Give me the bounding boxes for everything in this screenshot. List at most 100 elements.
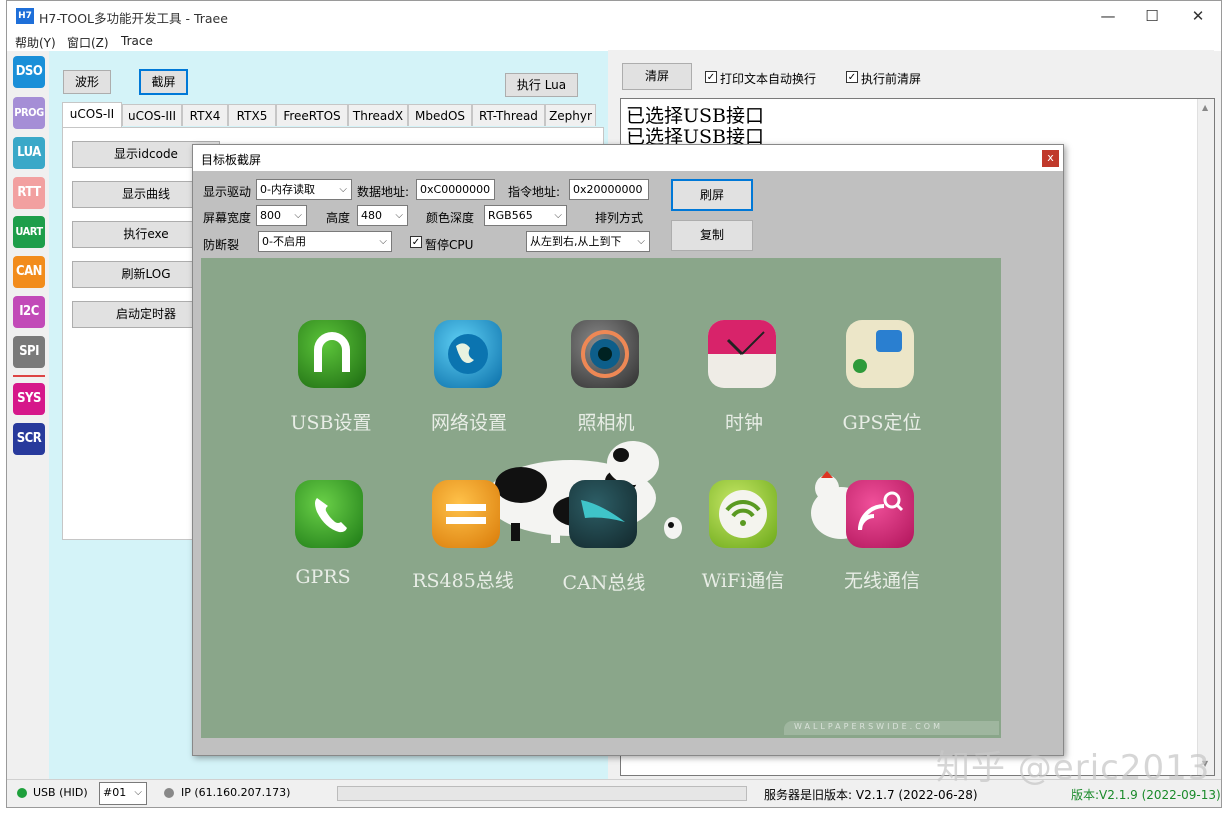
wifi-label: WiFi通信 bbox=[701, 570, 785, 592]
order-select[interactable]: 从左到右,从上到下 ⌵ bbox=[526, 231, 650, 252]
scroll-up-icon[interactable]: ▲ bbox=[1202, 103, 1208, 112]
copy-button[interactable]: 复制 bbox=[671, 220, 753, 251]
sidebar-prog-button[interactable]: PROG bbox=[13, 97, 45, 129]
usb-settings-icon[interactable] bbox=[298, 320, 366, 388]
menu-trace[interactable]: Trace bbox=[121, 34, 153, 48]
chevron-down-icon: ⌵ bbox=[379, 236, 387, 247]
phone-glyph bbox=[315, 498, 347, 533]
clock-label: 时钟 bbox=[724, 412, 763, 434]
wave-button[interactable]: 波形 bbox=[63, 70, 111, 94]
run-lua-button[interactable]: 执行 Lua bbox=[505, 73, 578, 97]
sidebar-rtt-button[interactable]: RTT bbox=[13, 177, 45, 209]
screenshot-button[interactable]: 截屏 bbox=[139, 69, 188, 95]
color-depth-label: 颜色深度 bbox=[426, 211, 475, 225]
rs485-icon[interactable] bbox=[432, 480, 500, 548]
sidebar-dso-button[interactable]: DSO bbox=[13, 56, 45, 88]
chevron-down-icon: ⌵ bbox=[294, 210, 302, 221]
sidebar-divider bbox=[13, 375, 45, 377]
port-select[interactable]: #01 ⌵ bbox=[99, 782, 147, 805]
gprs-icon[interactable] bbox=[295, 480, 363, 548]
signal-search-glyph bbox=[858, 491, 904, 531]
gps-icon[interactable] bbox=[846, 320, 914, 388]
clear-before-run-label: 执行前清屏 bbox=[861, 72, 922, 86]
tab-ucos-iii[interactable]: uCOS-III bbox=[122, 104, 182, 126]
screen-height-value: 480 bbox=[361, 209, 382, 222]
sidebar-scr-button[interactable]: SCR bbox=[13, 423, 45, 455]
title-bar: H7 H7-TOOL多功能开发工具 - Traee — ☐ ✕ bbox=[7, 1, 1221, 31]
wireless-label: 无线通信 bbox=[843, 570, 920, 592]
menu-help[interactable]: 帮助(Y) bbox=[15, 34, 56, 51]
dialog-title-bar: 目标板截屏 x bbox=[193, 145, 1063, 171]
menu-bar: 帮助(Y) 窗口(Z) Trace bbox=[7, 31, 1221, 51]
pause-cpu-label: 暂停CPU bbox=[425, 238, 474, 252]
anti-tear-value: 0-不启用 bbox=[262, 235, 306, 248]
ip-status-icon bbox=[164, 788, 174, 798]
anti-tear-label: 防断裂 bbox=[203, 238, 240, 252]
progress-bar bbox=[337, 786, 747, 801]
close-button[interactable]: ✕ bbox=[1175, 1, 1221, 31]
tab-freertos[interactable]: FreeRTOS bbox=[276, 104, 348, 126]
clock-icon[interactable] bbox=[708, 320, 776, 388]
rs485-label: RS485总线 bbox=[412, 570, 514, 592]
can-bus-label: CAN总线 bbox=[562, 572, 646, 594]
refresh-screen-button[interactable]: 刷屏 bbox=[671, 179, 753, 211]
tab-mbedos[interactable]: MbedOS bbox=[408, 104, 472, 126]
clear-screen-button[interactable]: 清屏 bbox=[622, 63, 692, 90]
network-settings-icon[interactable] bbox=[434, 320, 502, 388]
auto-wrap-checkbox[interactable]: ✓ bbox=[705, 71, 717, 83]
log-scrollbar[interactable]: ▲ ▼ bbox=[1197, 99, 1214, 775]
wallpaper-credit: WALLPAPERSWIDE.COM bbox=[794, 722, 943, 731]
equals-glyph bbox=[446, 504, 486, 524]
sidebar-lua-button[interactable]: LUA bbox=[13, 137, 45, 169]
driver-select-value: 0-内存读取 bbox=[260, 183, 315, 196]
sidebar-uart-button[interactable]: UART bbox=[13, 216, 45, 248]
sidebar-spi-button[interactable]: SPI bbox=[13, 336, 45, 368]
maximize-button[interactable]: ☐ bbox=[1129, 1, 1175, 31]
chevron-down-icon: ⌵ bbox=[134, 787, 142, 798]
command-address-input[interactable]: 0x20000000 bbox=[569, 179, 649, 200]
menu-window[interactable]: 窗口(Z) bbox=[67, 34, 109, 51]
screen-width-select[interactable]: 800 ⌵ bbox=[256, 205, 307, 226]
chevron-down-icon: ⌵ bbox=[395, 210, 403, 221]
dialog-title: 目标板截屏 bbox=[201, 153, 262, 167]
tab-threadx[interactable]: ThreadX bbox=[348, 104, 408, 126]
data-address-input[interactable]: 0xC0000000 bbox=[416, 179, 495, 200]
window-title: H7-TOOL多功能开发工具 - Traee bbox=[39, 11, 228, 26]
minimize-button[interactable]: — bbox=[1085, 1, 1131, 31]
clear-before-run-checkbox[interactable]: ✓ bbox=[846, 71, 858, 83]
usb-status-text: USB (HID) bbox=[33, 786, 88, 799]
cow-chicken-illustration bbox=[486, 441, 871, 543]
zhihu-watermark: 知乎 @eric2013 bbox=[936, 748, 1211, 788]
tab-ucos-ii[interactable]: uCOS-II bbox=[62, 102, 122, 127]
wireless-icon[interactable] bbox=[846, 480, 914, 548]
tab-rtx5[interactable]: RTX5 bbox=[228, 104, 276, 126]
usb-status-icon bbox=[17, 788, 27, 798]
driver-label: 显示驱动 bbox=[203, 185, 252, 199]
camera-icon[interactable] bbox=[571, 320, 639, 388]
chevron-down-icon: ⌵ bbox=[554, 210, 562, 221]
color-depth-select[interactable]: RGB565 ⌵ bbox=[484, 205, 567, 226]
driver-select[interactable]: 0-内存读取 ⌵ bbox=[256, 179, 352, 200]
wifi-glyph bbox=[719, 490, 767, 538]
screen-height-select[interactable]: 480 ⌵ bbox=[357, 205, 408, 226]
screen-width-label: 屏幕宽度 bbox=[203, 211, 252, 225]
clock-glyph bbox=[708, 320, 776, 356]
sidebar-sys-button[interactable]: SYS bbox=[13, 383, 45, 415]
sidebar-i2c-button[interactable]: I2C bbox=[13, 296, 45, 328]
auto-wrap-label: 打印文本自动换行 bbox=[720, 72, 817, 86]
camera-lens-glyph bbox=[581, 330, 629, 378]
pause-cpu-checkbox[interactable]: ✓ bbox=[410, 236, 422, 248]
sidebar: DSO PROG LUA RTT UART CAN I2C SPI SYS SC… bbox=[7, 51, 49, 780]
can-bus-icon[interactable] bbox=[569, 480, 637, 548]
tab-rt-thread[interactable]: RT-Thread bbox=[472, 104, 545, 126]
anti-tear-select[interactable]: 0-不启用 ⌵ bbox=[258, 231, 392, 252]
map-pin-glyph bbox=[853, 330, 902, 373]
globe-glyph bbox=[448, 334, 488, 374]
app-icon: H7 bbox=[16, 8, 34, 24]
wifi-icon[interactable] bbox=[709, 480, 777, 548]
dialog-close-button[interactable]: x bbox=[1042, 150, 1059, 167]
sidebar-can-button[interactable]: CAN bbox=[13, 256, 45, 288]
swoosh-glyph bbox=[581, 500, 625, 522]
tab-rtx4[interactable]: RTX4 bbox=[182, 104, 228, 126]
tab-zephyr[interactable]: Zephyr bbox=[545, 104, 596, 126]
